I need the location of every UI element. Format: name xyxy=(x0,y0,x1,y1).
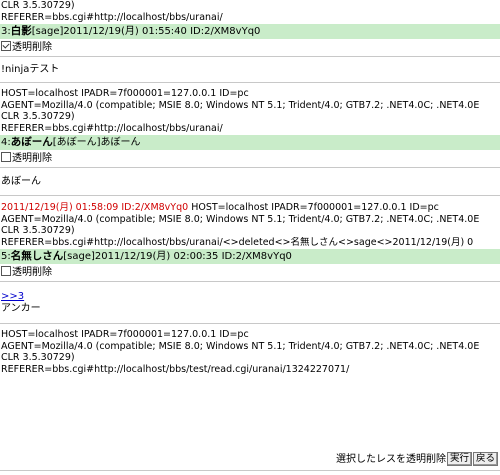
post-body-4: あぼーん xyxy=(0,168,500,195)
host-text: HOST=localhost IPADR=7f000001=127.0.0.1 … xyxy=(188,202,439,213)
transparent-delete-checkbox[interactable] xyxy=(1,41,11,51)
post-header-5: 5:名無しさん[sage]2011/12/19(月) 02:00:35 ID:2… xyxy=(0,249,500,264)
post-header-4: 4:あぼーん[あぼーん]あぼーん xyxy=(0,135,500,150)
poster-mail: [sage] xyxy=(31,26,64,37)
post-body-text: あぼーん xyxy=(1,176,41,187)
thread-view: CLR 3.5.30729) REFERER=bbs.cgi#http://lo… xyxy=(0,0,500,375)
poster-name: 名無しさん xyxy=(10,250,64,262)
checkbox-label: 透明削除 xyxy=(12,42,52,53)
host-line: HOST=localhost IPADR=7f000001=127.0.0.1 … xyxy=(1,329,249,340)
delete-option-3[interactable]: 透明削除 xyxy=(0,39,500,56)
post-number: 3: xyxy=(1,26,11,37)
transparent-delete-checkbox[interactable] xyxy=(1,152,11,162)
post-body-3: !ninjaテスト xyxy=(0,57,500,82)
referer-line: REFERER=bbs.cgi#http://localhost/bbs/tes… xyxy=(1,363,350,375)
deleted-info-line: 2011/12/19(月) 01:58:09 ID:2/XM8vYq0 HOST… xyxy=(0,202,500,214)
transparent-delete-checkbox[interactable] xyxy=(1,266,11,276)
poster-name: 白影 xyxy=(10,25,32,37)
post-date: 2011/12/19(月) 01:55:40 ID:2/XM8vYq0 xyxy=(63,26,261,37)
agent-line: AGENT=Mozilla/4.0 (compatible; MSIE 8.0;… xyxy=(1,99,480,111)
clr-line: CLR 3.5.30729) xyxy=(1,225,75,236)
divider xyxy=(0,470,500,471)
back-button[interactable]: 戻る xyxy=(472,452,498,466)
deleted-timestamp: 2011/12/19(月) 01:58:09 ID:2/XM8vYq0 xyxy=(1,202,189,213)
post-body-5: >>3 アンカー xyxy=(0,282,500,323)
divider xyxy=(0,195,500,196)
post-date: 2011/12/19(月) 02:00:35 ID:2/XM8vYq0 xyxy=(94,251,292,262)
footer-label: 選択したレスを透明削除 xyxy=(335,454,446,465)
poster-mail: [sage] xyxy=(63,251,95,262)
post-number: 5: xyxy=(1,251,11,262)
delete-option-5[interactable]: 透明削除 xyxy=(0,264,500,281)
poster-name: あぼーん xyxy=(10,136,53,148)
checkbox-label: 透明削除 xyxy=(12,153,52,164)
agent-line: AGENT=Mozilla/4.0 (compatible; MSIE 8.0;… xyxy=(1,340,480,352)
clr-line: CLR 3.5.30729) xyxy=(1,0,75,11)
divider xyxy=(0,323,500,324)
post-body-text: アンカー xyxy=(1,303,41,314)
post-header-3: 3:白影[sage]2011/12/19(月) 01:55:40 ID:2/XM… xyxy=(0,24,500,39)
post-number: 4: xyxy=(1,137,11,148)
delete-option-4[interactable]: 透明削除 xyxy=(0,150,500,167)
poster-mail: [あぼーん] xyxy=(52,137,101,148)
run-button[interactable]: 実行 xyxy=(446,452,472,466)
divider xyxy=(0,82,500,83)
referer-line: REFERER=bbs.cgi#http://localhost/bbs/ura… xyxy=(1,122,223,134)
clr-line: CLR 3.5.30729) xyxy=(1,111,75,122)
referer-line: REFERER=bbs.cgi#http://localhost/bbs/ura… xyxy=(1,236,474,248)
clr-line: CLR 3.5.30729) xyxy=(1,352,75,363)
delete-footer: 選択したレスを透明削除 実行 戻る xyxy=(336,452,498,468)
post-date: あぼーん xyxy=(100,137,141,148)
agent-line: AGENT=Mozilla/4.0 (compatible; MSIE 8.0;… xyxy=(1,213,480,225)
anchor-link[interactable]: >>3 xyxy=(1,291,24,302)
host-line: HOST=localhost IPADR=7f000001=127.0.0.1 … xyxy=(1,88,249,99)
post-body-text: !ninjaテスト xyxy=(1,64,60,75)
checkbox-label: 透明削除 xyxy=(12,267,52,278)
referer-line: REFERER=bbs.cgi#http://localhost/bbs/ura… xyxy=(1,11,223,23)
